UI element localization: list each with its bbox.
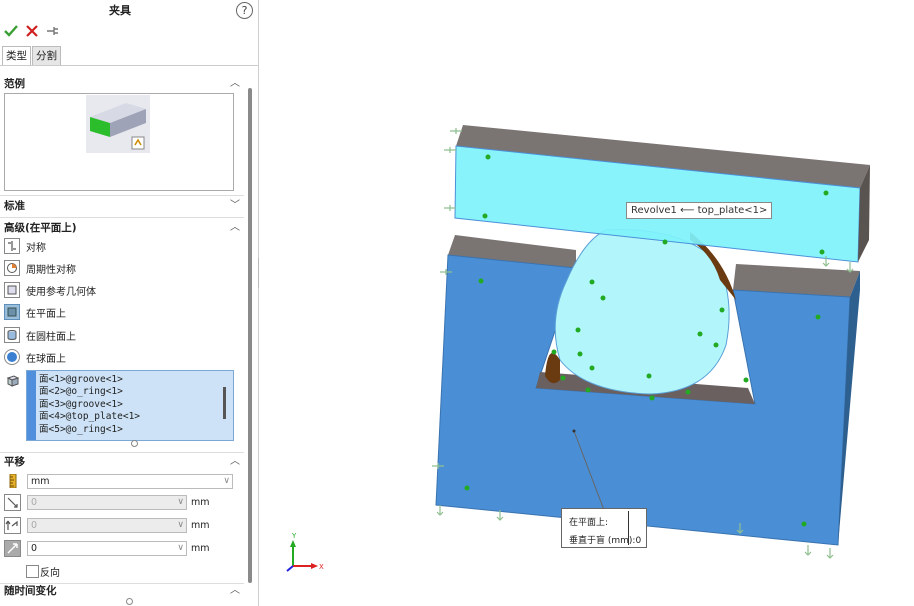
model-view[interactable]: Y X [0,0,914,606]
triad-x-label: X [319,563,324,571]
view-triad: Y X [286,532,324,572]
callout-caret [628,511,629,545]
callout-value: 垂直于盲 (mm):0 [569,536,642,546]
component-tooltip: Revolve1 ⟵ top_plate<1> [626,202,773,219]
callout-anchor [572,429,576,433]
callout-title: 在平面上: [569,518,609,528]
triad-y-label: Y [291,532,297,540]
fixture-callout[interactable]: 在平面上: 垂直于盲 (mm):0 [561,508,647,548]
